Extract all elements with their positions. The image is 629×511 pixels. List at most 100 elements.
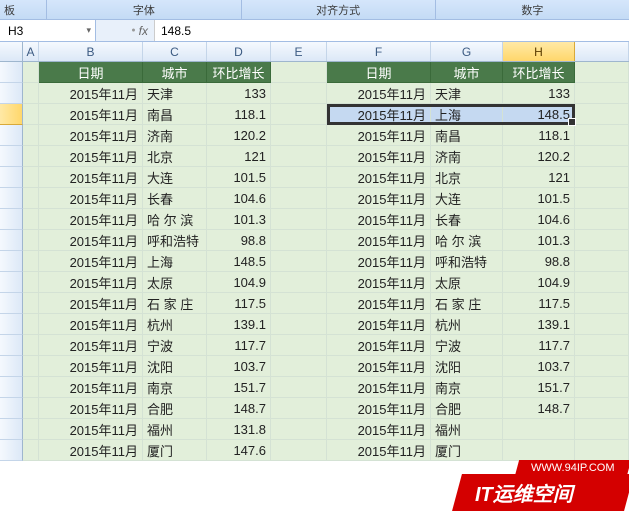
cell[interactable] [271, 314, 327, 335]
row-header[interactable] [0, 62, 23, 83]
cell[interactable]: 杭州 [431, 314, 503, 335]
cell[interactable] [23, 293, 39, 314]
cell[interactable]: 2015年11月 [327, 146, 431, 167]
cell[interactable]: 南京 [431, 377, 503, 398]
cell[interactable] [23, 272, 39, 293]
cell[interactable]: 118.1 [207, 104, 271, 125]
cell[interactable] [271, 104, 327, 125]
cell[interactable]: 2015年11月 [39, 230, 143, 251]
cell[interactable] [503, 419, 575, 440]
cell[interactable]: 呼和浩特 [431, 251, 503, 272]
cell[interactable]: 沈阳 [143, 356, 207, 377]
row-header[interactable] [0, 146, 23, 167]
row-header[interactable] [0, 440, 23, 461]
cell[interactable]: 2015年11月 [39, 398, 143, 419]
cell[interactable]: 天津 [143, 83, 207, 104]
cell[interactable]: 长春 [431, 209, 503, 230]
cell[interactable] [23, 356, 39, 377]
cell[interactable]: 2015年11月 [327, 314, 431, 335]
cell[interactable] [575, 293, 629, 314]
cell[interactable] [271, 293, 327, 314]
cell[interactable]: 厦门 [431, 440, 503, 461]
cell[interactable] [575, 104, 629, 125]
cell[interactable]: 101.3 [503, 230, 575, 251]
cell[interactable] [23, 314, 39, 335]
cell[interactable]: 南昌 [431, 125, 503, 146]
fx-icon[interactable]: fx [96, 24, 154, 38]
cell[interactable] [271, 167, 327, 188]
cell[interactable] [575, 356, 629, 377]
cell[interactable] [271, 272, 327, 293]
row-header[interactable] [0, 335, 23, 356]
cell[interactable]: 宁波 [143, 335, 207, 356]
cell[interactable] [575, 335, 629, 356]
row-header[interactable] [0, 251, 23, 272]
cell[interactable]: 148.7 [207, 398, 271, 419]
row-header[interactable] [0, 83, 23, 104]
row-header[interactable] [0, 272, 23, 293]
row-header[interactable] [0, 293, 23, 314]
row-header[interactable] [0, 419, 23, 440]
cell[interactable]: 103.7 [503, 356, 575, 377]
row-header[interactable] [0, 209, 23, 230]
cell[interactable]: 2015年11月 [39, 146, 143, 167]
cell[interactable]: 2015年11月 [39, 251, 143, 272]
cell[interactable] [575, 377, 629, 398]
col-header-H[interactable]: H [503, 42, 575, 61]
cell[interactable] [271, 230, 327, 251]
cell[interactable]: 环比增长 [207, 62, 271, 83]
cell[interactable]: 148.7 [503, 398, 575, 419]
cell[interactable]: 2015年11月 [39, 83, 143, 104]
cell[interactable]: 日期 [39, 62, 143, 83]
cell[interactable]: 2015年11月 [39, 188, 143, 209]
col-header-B[interactable]: B [39, 42, 143, 61]
spreadsheet-grid[interactable]: A B C D E F G H 日期城市环比增长日期城市环比增长2015年11月… [0, 42, 629, 461]
cell[interactable]: 2015年11月 [327, 440, 431, 461]
cell[interactable] [23, 251, 39, 272]
cell[interactable]: 福州 [143, 419, 207, 440]
cell[interactable] [575, 62, 629, 83]
cell[interactable]: 121 [207, 146, 271, 167]
cell[interactable]: 2015年11月 [327, 398, 431, 419]
cell[interactable]: 148.5 [503, 104, 575, 125]
cell[interactable]: 118.1 [503, 125, 575, 146]
cell[interactable] [271, 335, 327, 356]
col-header-C[interactable]: C [143, 42, 207, 61]
cell[interactable]: 合肥 [431, 398, 503, 419]
cell[interactable]: 104.9 [207, 272, 271, 293]
cell[interactable]: 济南 [143, 125, 207, 146]
ribbon-group-font[interactable]: 字体 [46, 0, 240, 19]
cell[interactable]: 南昌 [143, 104, 207, 125]
col-header-rest[interactable] [575, 42, 629, 61]
cell[interactable]: 104.9 [503, 272, 575, 293]
cell[interactable]: 117.5 [207, 293, 271, 314]
cell[interactable] [575, 272, 629, 293]
cell[interactable]: 呼和浩特 [143, 230, 207, 251]
cell[interactable] [23, 167, 39, 188]
cell[interactable]: 2015年11月 [39, 209, 143, 230]
cell[interactable]: 2015年11月 [39, 104, 143, 125]
cell[interactable]: 2015年11月 [39, 167, 143, 188]
cell[interactable]: 厦门 [143, 440, 207, 461]
cell[interactable] [23, 83, 39, 104]
cell[interactable]: 合肥 [143, 398, 207, 419]
cell[interactable]: 101.5 [503, 188, 575, 209]
cell[interactable] [575, 314, 629, 335]
cell[interactable] [23, 419, 39, 440]
row-header[interactable] [0, 230, 23, 251]
ribbon-group-align[interactable]: 对齐方式 [241, 0, 435, 19]
cell[interactable]: 大连 [143, 167, 207, 188]
cell[interactable]: 北京 [431, 167, 503, 188]
cell[interactable]: 148.5 [207, 251, 271, 272]
cell[interactable]: 宁波 [431, 335, 503, 356]
cell[interactable]: 太原 [143, 272, 207, 293]
cell[interactable]: 哈 尔 滨 [143, 209, 207, 230]
cell[interactable]: 2015年11月 [327, 335, 431, 356]
cell[interactable] [271, 398, 327, 419]
cell[interactable]: 2015年11月 [39, 293, 143, 314]
cell[interactable]: 2015年11月 [327, 251, 431, 272]
col-header-G[interactable]: G [431, 42, 503, 61]
row-header[interactable] [0, 398, 23, 419]
cell[interactable]: 133 [503, 83, 575, 104]
row-header[interactable] [0, 125, 23, 146]
